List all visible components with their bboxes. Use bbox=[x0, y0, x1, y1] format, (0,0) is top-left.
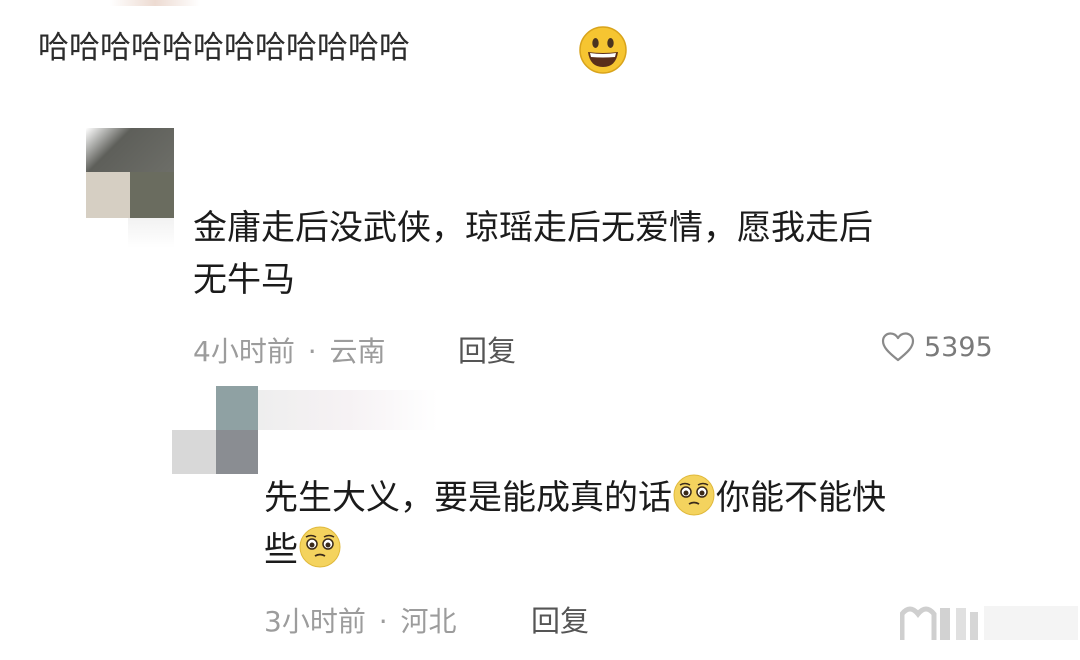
comment-2-time: 3小时前 bbox=[264, 605, 366, 638]
comment-1-reply-button[interactable]: 回复 bbox=[458, 328, 516, 370]
comment-2-location: 河北 bbox=[400, 605, 457, 638]
comment-1-meta: 4小时前 · 云南 bbox=[193, 330, 386, 370]
comment-1-time: 4小时前 bbox=[193, 335, 295, 368]
meta-separator: · bbox=[307, 335, 317, 368]
comment-2-meta: 3小时前 · 河北 bbox=[264, 600, 457, 640]
previous-avatar-edge bbox=[110, 0, 200, 6]
watermark-logo-icon bbox=[900, 606, 1078, 640]
comment-1-location: 云南 bbox=[329, 335, 386, 368]
comment-1-line-2: 无牛马 bbox=[193, 260, 295, 300]
grinning-face-icon bbox=[579, 26, 627, 74]
comment-1-like-count: 5395 bbox=[924, 331, 993, 363]
heart-icon bbox=[881, 332, 915, 362]
comment-1-like-button[interactable]: 5395 bbox=[880, 331, 993, 363]
comment-2-avatar[interactable] bbox=[172, 386, 440, 474]
comment-2-reply-button[interactable]: 回复 bbox=[531, 598, 589, 640]
comment-2-text: 先生大义，要是能成真的话 你能不能快 些 bbox=[264, 472, 1044, 576]
comment-1-avatar[interactable] bbox=[86, 128, 174, 248]
comment-2-line-1-b: 你能不能快 bbox=[716, 478, 886, 518]
comment-2-line-1: 先生大义，要是能成真的话 你能不能快 bbox=[264, 472, 1044, 524]
meta-separator: · bbox=[378, 605, 388, 638]
top-comment-text: 哈哈哈哈哈哈哈哈哈哈哈哈 bbox=[38, 30, 410, 66]
comment-2-line-1-a: 先生大义，要是能成真的话 bbox=[264, 478, 672, 518]
comment-1-text: 金庸走后没武侠，琼瑶走后无爱情，愿我走后 无牛马 bbox=[193, 202, 1023, 306]
comment-1-line-1: 金庸走后没武侠，琼瑶走后无爱情，愿我走后 bbox=[193, 208, 873, 248]
comment-2-line-2-text: 些 bbox=[264, 530, 298, 570]
pleading-face-icon bbox=[299, 526, 341, 568]
pleading-face-icon bbox=[673, 474, 715, 516]
comment-2-line-2: 些 bbox=[264, 524, 1044, 576]
